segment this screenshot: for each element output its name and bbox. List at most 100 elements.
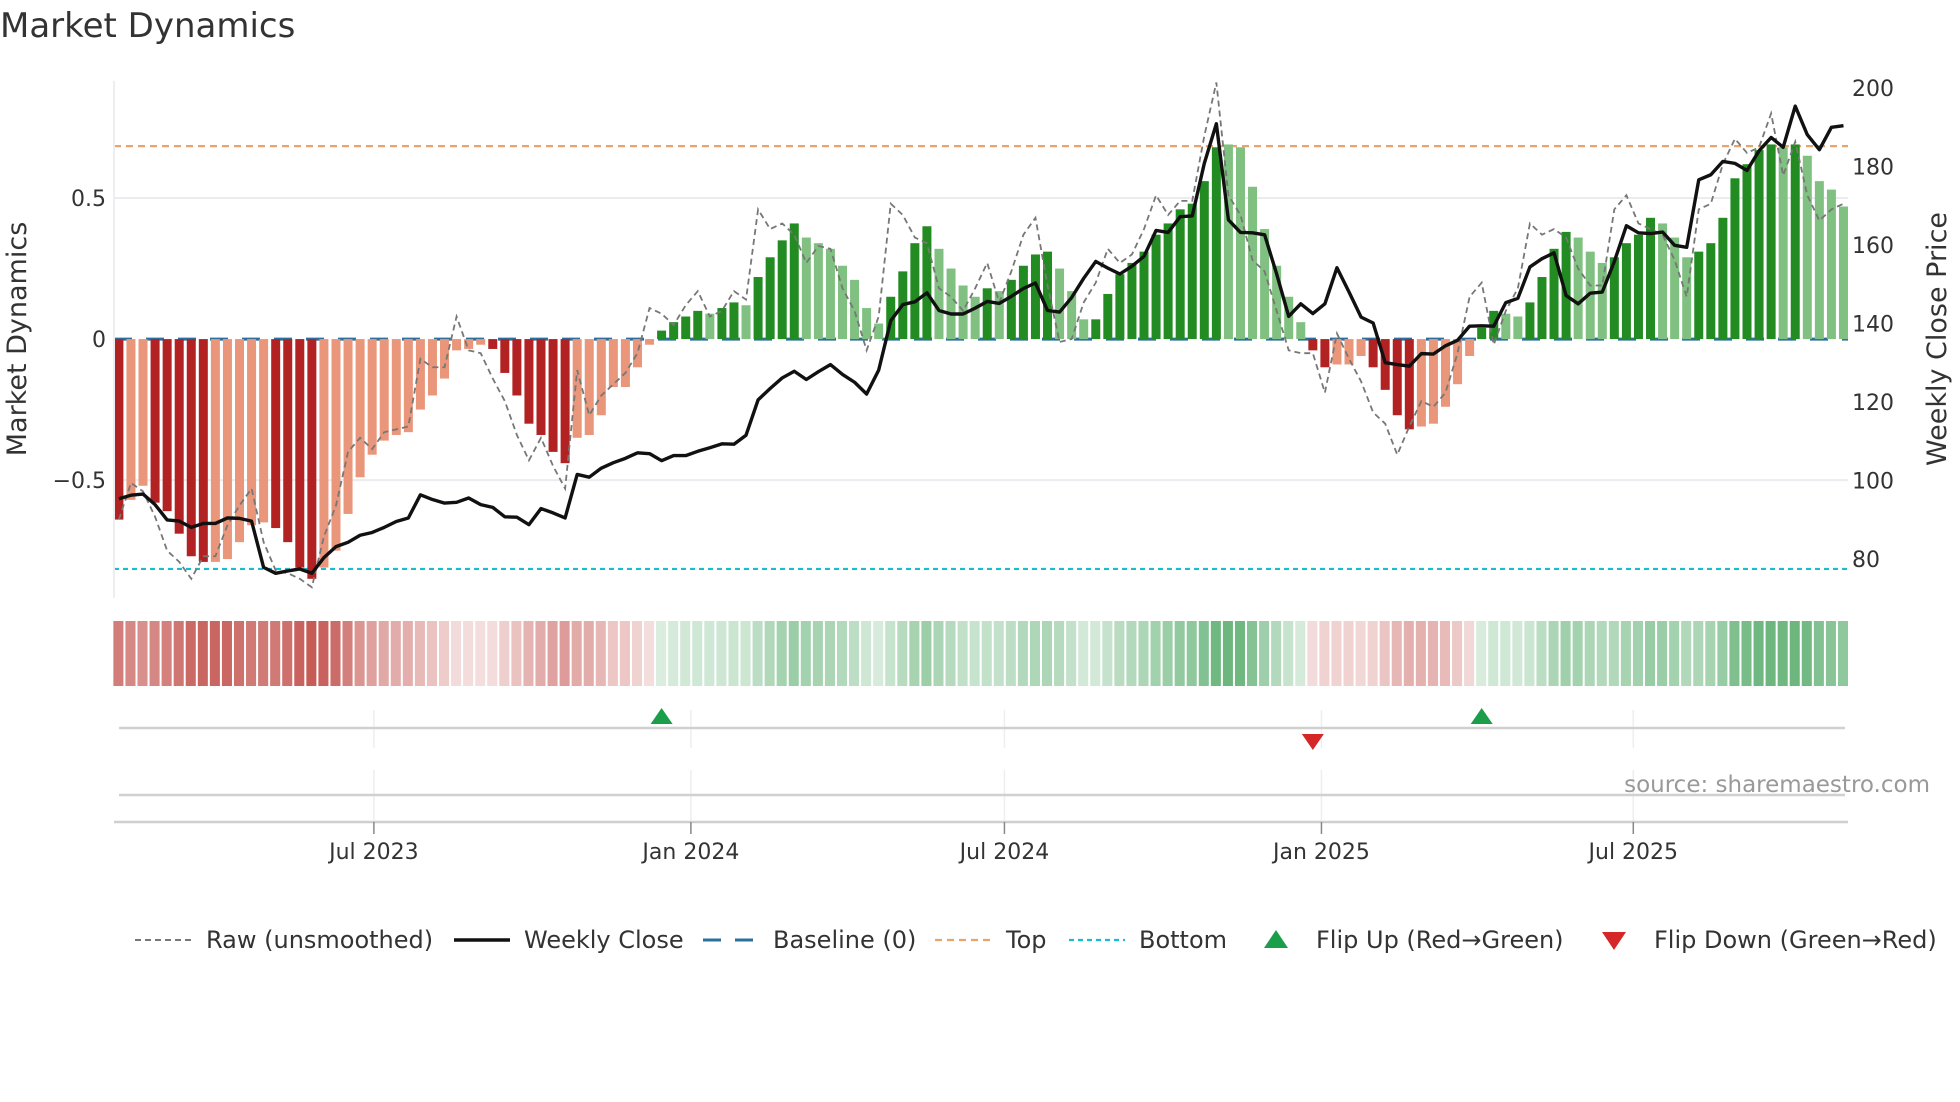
heat-strip-cell: [1234, 621, 1246, 686]
heat-strip-cell: [1596, 621, 1607, 686]
legend-label: Weekly Close: [524, 926, 684, 954]
momentum-bar: [1235, 147, 1245, 340]
heat-strip-cell: [547, 621, 558, 686]
flip-up-icon: [1264, 930, 1288, 948]
heat-strip-cell: [981, 621, 992, 686]
momentum-bar: [753, 277, 763, 340]
heat-strip-cell: [1741, 621, 1752, 686]
heat-strip-cell: [173, 621, 184, 686]
momentum-bar: [1525, 302, 1535, 340]
heat-strip-cell: [523, 621, 534, 686]
legend-item-top: Top: [935, 926, 1047, 954]
momentum-bar: [1513, 316, 1523, 340]
y-tick-label: 0.5: [71, 187, 106, 212]
momentum-bar: [741, 305, 751, 340]
heat-strip-cell: [1644, 621, 1656, 686]
heat-strip-cell: [451, 621, 462, 686]
momentum-bar: [1597, 262, 1607, 340]
momentum-bar: [174, 339, 184, 534]
heat-strip-cell: [1150, 621, 1161, 686]
momentum-bar: [729, 302, 739, 340]
heat-strip-cell: [1295, 621, 1306, 686]
heat-strip-cell: [487, 621, 498, 686]
heat-strip-cell: [1584, 621, 1595, 686]
x-tick-label: Jul 2023: [327, 840, 419, 865]
heat-strip-cell: [1524, 621, 1535, 686]
heat-strip-cell: [149, 621, 160, 686]
heat-strip-cell: [414, 621, 425, 686]
momentum-bar: [1838, 206, 1848, 340]
momentum-bar: [247, 339, 257, 526]
heat-strip-cell: [800, 621, 811, 686]
flip-up-marker: [650, 708, 673, 724]
heat-strip-cell: [1837, 621, 1849, 686]
heat-strip-cell: [1186, 621, 1197, 686]
heat-strip-cell: [1500, 621, 1511, 686]
series-lines: [118, 82, 1844, 589]
heat-strip-cell: [1620, 621, 1631, 686]
heat-strip-cell: [571, 621, 582, 686]
momentum-bar: [331, 339, 341, 551]
momentum-bar: [765, 257, 775, 340]
momentum-bar: [1658, 223, 1668, 340]
x-tick-label: Jul 2024: [958, 840, 1050, 865]
y2-tick-label: 140: [1852, 312, 1894, 337]
heat-strip-cell: [1307, 621, 1318, 686]
momentum-bar: [1248, 186, 1258, 340]
momentum-bar: [1006, 279, 1016, 340]
heat-strip-cell: [1657, 621, 1668, 686]
heat-strip-cell: [342, 621, 353, 686]
momentum-bar: [560, 339, 570, 464]
heat-strip-cell: [1343, 621, 1354, 686]
momentum-bar: [1296, 322, 1306, 340]
momentum-bar: [1754, 150, 1764, 340]
y2-tick-label: 100: [1852, 469, 1894, 494]
heat-strip-cell: [873, 621, 884, 686]
heat-strip-cell: [1078, 621, 1089, 686]
momentum-bar: [1694, 251, 1704, 340]
momentum-bar: [488, 339, 498, 349]
heat-strip-cell: [861, 621, 872, 686]
momentum-bar: [1127, 262, 1137, 340]
momentum-bar: [1826, 189, 1836, 340]
momentum-bar: [946, 268, 956, 340]
momentum-bar: [126, 339, 136, 500]
heat-strip-cell: [680, 621, 691, 686]
momentum-bar: [982, 288, 992, 340]
legend-label: Top: [1005, 926, 1047, 954]
heat-strip-cell: [1198, 621, 1209, 686]
momentum-bar: [777, 240, 787, 340]
momentum-bar: [403, 339, 413, 433]
heat-strip-cell: [885, 621, 896, 686]
legend-item-close: Weekly Close: [454, 926, 684, 954]
momentum-bar: [1199, 181, 1209, 340]
momentum-bar: [1187, 203, 1197, 340]
heat-strip-cell: [1488, 621, 1499, 686]
momentum-bar: [367, 339, 377, 455]
momentum-bar: [645, 339, 655, 345]
momentum-bar: [572, 339, 582, 438]
heat-strip-cell: [1029, 621, 1040, 686]
heat-strip-cell: [1391, 621, 1402, 686]
heat-strip-cell: [704, 621, 715, 686]
legend: Raw (unsmoothed) Weekly Close Baseline (0)…: [135, 926, 1937, 954]
momentum-bar: [415, 339, 425, 410]
momentum-bar: [536, 339, 546, 435]
heat-strip-cell: [1476, 621, 1487, 686]
heat-strip-cell: [631, 621, 643, 686]
momentum-bar: [343, 339, 353, 514]
momentum-bar: [1730, 178, 1740, 340]
heat-strip-cell: [644, 621, 655, 686]
momentum-bar: [295, 339, 305, 568]
heat-strip-cell: [535, 621, 546, 686]
momentum-bar: [283, 339, 293, 543]
heat-strip-cell: [499, 621, 510, 686]
momentum-bar: [1079, 319, 1089, 340]
momentum-bar: [801, 237, 811, 340]
momentum-bar: [632, 339, 642, 368]
heat-strip-cell: [1355, 621, 1366, 686]
y2-tick-label: 180: [1852, 156, 1894, 181]
heat-strip-cell: [113, 621, 124, 686]
heat-strip-cell: [1259, 621, 1270, 686]
momentum-bar: [825, 248, 835, 340]
